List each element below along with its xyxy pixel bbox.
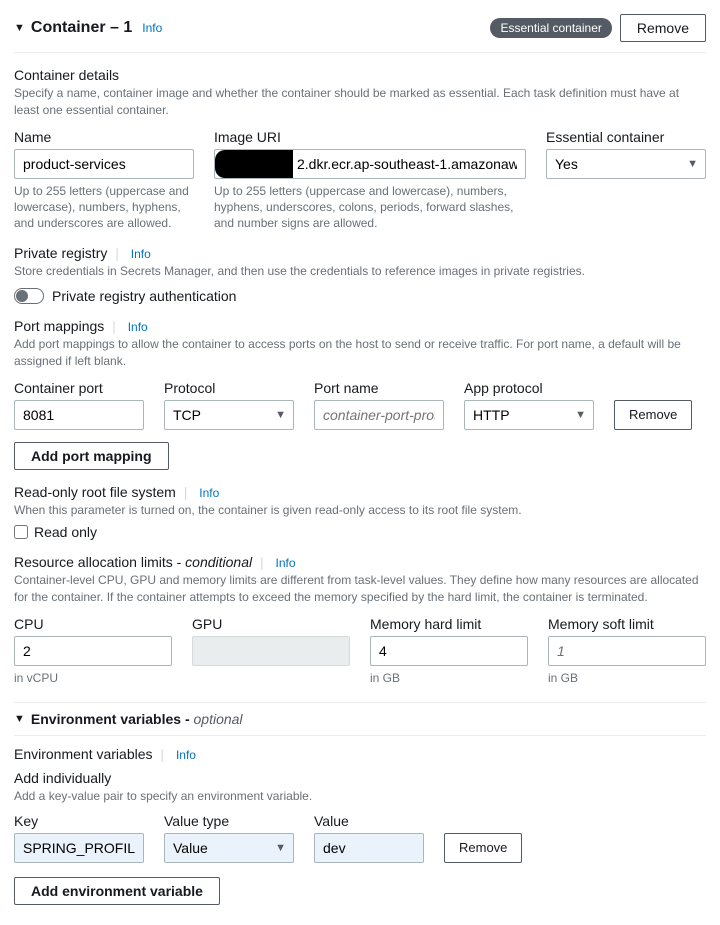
app-protocol-label: App protocol: [464, 380, 594, 396]
env-section-optional: optional: [194, 711, 243, 727]
container-panel-header: ▼ Container – 1 Info Essential container…: [14, 8, 706, 53]
cpu-label: CPU: [14, 616, 172, 632]
remove-env-button[interactable]: Remove: [444, 833, 522, 863]
env-value-type-select[interactable]: ▼: [164, 833, 294, 863]
env-value-type-value[interactable]: [164, 833, 294, 863]
env-add-desc: Add a key-value pair to specify an envir…: [14, 788, 706, 805]
readonly-heading: Read-only root file system: [14, 484, 176, 500]
private-registry-desc: Store credentials in Secrets Manager, an…: [14, 263, 706, 280]
essential-select-value[interactable]: [546, 149, 706, 179]
readonly-checkbox[interactable]: [14, 525, 28, 539]
mem-hard-input[interactable]: [370, 636, 528, 666]
remove-container-button[interactable]: Remove: [620, 14, 706, 42]
app-protocol-select[interactable]: ▼: [464, 400, 594, 430]
essential-label: Essential container: [546, 129, 706, 145]
env-add-heading: Add individually: [14, 770, 111, 786]
mem-hard-label: Memory hard limit: [370, 616, 528, 632]
container-details-heading: Container details: [14, 67, 706, 83]
env-section-title: Environment variables -: [31, 711, 194, 727]
port-name-input[interactable]: [314, 400, 444, 430]
readonly-checkbox-label: Read only: [34, 524, 97, 540]
port-mappings-desc: Add port mappings to allow the container…: [14, 336, 706, 370]
resources-desc: Container-level CPU, GPU and memory limi…: [14, 572, 706, 606]
env-section-expander[interactable]: ▼ Environment variables - optional: [14, 702, 706, 736]
mem-soft-unit: in GB: [548, 670, 706, 686]
env-key-label: Key: [14, 813, 144, 829]
add-env-variable-button[interactable]: Add environment variable: [14, 877, 220, 905]
env-value-input[interactable]: [314, 833, 424, 863]
private-registry-toggle-label: Private registry authentication: [52, 288, 236, 304]
private-registry-toggle[interactable]: [14, 288, 44, 304]
container-info-link[interactable]: Info: [142, 21, 162, 35]
mem-soft-label: Memory soft limit: [548, 616, 706, 632]
remove-port-button[interactable]: Remove: [614, 400, 692, 430]
mem-soft-input[interactable]: [548, 636, 706, 666]
readonly-info[interactable]: Info: [199, 486, 219, 500]
protocol-select-value[interactable]: [164, 400, 294, 430]
env-info[interactable]: Info: [176, 748, 196, 762]
add-port-mapping-button[interactable]: Add port mapping: [14, 442, 169, 470]
app-protocol-select-value[interactable]: [464, 400, 594, 430]
container-port-input[interactable]: [14, 400, 144, 430]
name-input[interactable]: [14, 149, 194, 179]
env-key-input[interactable]: [14, 833, 144, 863]
private-registry-heading: Private registry: [14, 245, 107, 261]
protocol-select[interactable]: ▼: [164, 400, 294, 430]
readonly-desc: When this parameter is turned on, the co…: [14, 502, 706, 519]
env-heading: Environment variables: [14, 746, 153, 762]
port-mappings-heading: Port mappings: [14, 318, 104, 334]
image-uri-label: Image URI: [214, 129, 526, 145]
caret-down-icon[interactable]: ▼: [14, 22, 25, 34]
container-title: Container – 1: [31, 19, 132, 37]
cpu-unit: in vCPU: [14, 670, 172, 686]
caret-down-icon: ▼: [14, 713, 25, 725]
resources-info[interactable]: Info: [276, 556, 296, 570]
image-uri-helper: Up to 255 letters (uppercase and lowerca…: [214, 183, 526, 232]
port-name-label: Port name: [314, 380, 444, 396]
container-details-desc: Specify a name, container image and whet…: [14, 85, 706, 119]
redacted-account-id: [215, 150, 293, 178]
port-mappings-info[interactable]: Info: [128, 320, 148, 334]
essential-badge: Essential container: [490, 18, 611, 38]
container-port-label: Container port: [14, 380, 144, 396]
gpu-label: GPU: [192, 616, 350, 632]
cpu-input[interactable]: [14, 636, 172, 666]
resources-heading: Resource allocation limits - conditional: [14, 554, 252, 570]
essential-select[interactable]: ▼: [546, 149, 706, 179]
mem-hard-unit: in GB: [370, 670, 528, 686]
env-value-label: Value: [314, 813, 424, 829]
protocol-label: Protocol: [164, 380, 294, 396]
env-value-type-label: Value type: [164, 813, 294, 829]
name-label: Name: [14, 129, 194, 145]
name-helper: Up to 255 letters (uppercase and lowerca…: [14, 183, 194, 232]
gpu-input: [192, 636, 350, 666]
private-registry-info[interactable]: Info: [131, 247, 151, 261]
